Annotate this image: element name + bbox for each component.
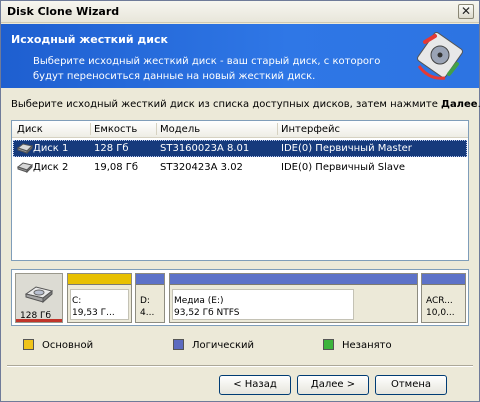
disk-interface: IDE(0) Первичный Master <box>281 143 412 154</box>
disk-list[interactable]: Диск Емкость Модель Интерфейс Диск 1 128… <box>11 120 469 261</box>
partition-label: ACR... <box>426 296 453 306</box>
column-separator <box>90 123 91 135</box>
logical-swatch <box>173 339 184 350</box>
column-header-model[interactable]: Модель <box>160 124 200 135</box>
column-separator <box>277 123 278 135</box>
wizard-header: Исходный жесткий диск Выберите исходный … <box>1 24 479 88</box>
partition-acronis[interactable]: ACR... 10,0... <box>421 273 466 323</box>
disk-indicator-bar <box>16 319 62 322</box>
hard-disk-icon <box>17 162 33 173</box>
disk-capacity: 128 Гб <box>94 143 129 154</box>
disk-row-2[interactable]: Диск 2 19,08 Гб ST320423A 3.02 IDE(0) Пе… <box>13 159 467 176</box>
disk-name: Диск 1 <box>33 143 69 154</box>
partition-label: Медиа (E:) <box>174 296 224 306</box>
next-button[interactable]: Далее > <box>297 375 369 395</box>
legend-label: Основной <box>42 340 94 351</box>
partition-label: D: <box>140 296 150 306</box>
column-separator <box>156 123 157 135</box>
column-headers: Диск Емкость Модель Интерфейс <box>12 121 468 138</box>
disk-model: ST320423A 3.02 <box>160 162 243 173</box>
partition-size: 93,52 Гб NTFS <box>174 308 240 318</box>
selected-disk-tile[interactable]: 128 Гб <box>15 273 63 323</box>
instruction-text: Выберите исходный жесткий диск из списка… <box>11 99 480 110</box>
back-button[interactable]: < Назад <box>219 375 291 395</box>
close-button[interactable]: ✕ <box>458 4 474 19</box>
disk-interface: IDE(0) Первичный Slave <box>281 162 406 173</box>
partition-label: C: <box>72 296 82 306</box>
hard-disk-icon <box>25 286 53 304</box>
disk-model: ST3160023A 8.01 <box>160 143 250 154</box>
partition-d[interactable]: D: 4... <box>135 273 165 323</box>
cancel-button[interactable]: Отмена <box>375 375 447 395</box>
disk-row-1[interactable]: Диск 1 128 Гб ST3160023A 8.01 IDE(0) Пер… <box>13 140 467 157</box>
instruction-main: Выберите исходный жесткий диск из списка… <box>11 99 442 110</box>
column-header-interface[interactable]: Интерфейс <box>281 124 340 135</box>
legend-label: Логический <box>192 340 254 351</box>
header-description: Выберите исходный жесткий диск - ваш ста… <box>33 56 381 82</box>
disk-name: Диск 2 <box>33 162 69 173</box>
legend-label: Незанято <box>342 340 392 351</box>
partition-e[interactable]: Медиа (E:) 93,52 Гб NTFS <box>169 273 418 323</box>
primary-swatch <box>23 339 34 350</box>
unallocated-swatch <box>323 339 334 350</box>
hard-disk-icon <box>17 143 33 154</box>
footer-divider <box>7 365 473 367</box>
disk-layout-map: 128 Гб C: 19,53 Г... D: 4... Медиа (E:) … <box>11 269 469 326</box>
title-bar: Disk Clone Wizard ✕ <box>1 1 479 23</box>
partition-type-band <box>136 274 164 285</box>
partition-size: 19,53 Г... <box>72 308 115 318</box>
wizard-window: Disk Clone Wizard ✕ Исходный жесткий дис… <box>0 0 480 402</box>
partition-size: 4... <box>140 308 155 318</box>
partition-type-band <box>68 274 131 285</box>
legend-primary: Основной <box>23 339 93 351</box>
partition-type-band <box>170 274 417 285</box>
instruction-next-keyword: Далее <box>441 99 478 110</box>
legend-logical: Логический <box>173 339 254 351</box>
partition-c[interactable]: C: 19,53 Г... <box>67 273 132 323</box>
legend-unallocated: Незанято <box>323 339 392 351</box>
column-header-capacity[interactable]: Емкость <box>94 124 137 135</box>
close-icon: ✕ <box>460 4 472 18</box>
column-header-disk[interactable]: Диск <box>17 124 43 135</box>
partition-size: 10,0... <box>426 308 455 318</box>
disk-capacity: 19,08 Гб <box>94 162 139 173</box>
window-title: Disk Clone Wizard <box>7 5 120 18</box>
partition-type-band <box>422 274 465 285</box>
header-title: Исходный жесткий диск <box>11 33 168 46</box>
disk-clone-icon <box>417 32 463 80</box>
